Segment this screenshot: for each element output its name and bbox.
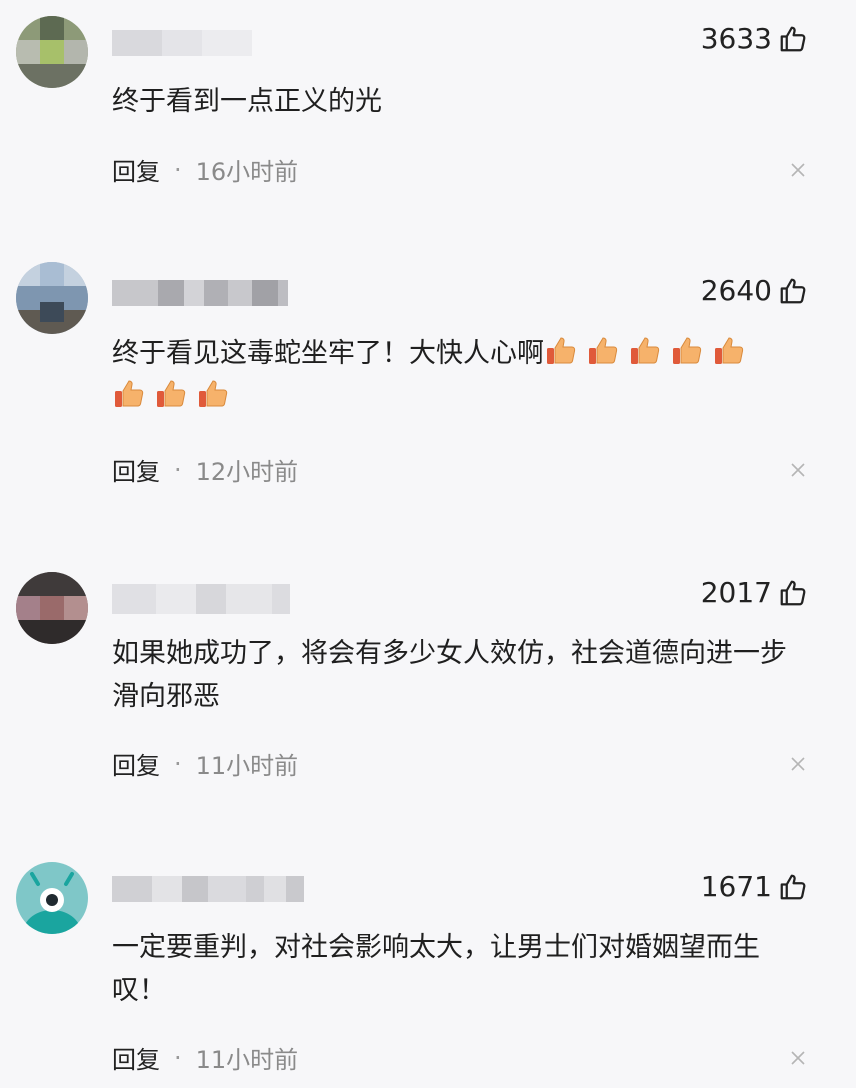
separator-dot: · [174,749,182,778]
username-blurred[interactable] [112,876,304,902]
like-count: 1671 [700,870,772,903]
comment-meta: 回复 · 11小时前 [112,746,298,781]
avatar-cartoon-icon [16,862,88,934]
separator-dot: · [174,1043,182,1072]
like-count-group[interactable]: 3633 [701,22,808,55]
thumbs-up-emoji-icon [115,380,144,407]
comment-text: 终于看见这毒蛇坐牢了！大快人心啊 [112,332,802,418]
comment-text: 一定要重判，对社会影响太大，让男士们对婚姻望而生叹！ [112,926,802,1012]
like-count-group[interactable]: 1671 [701,870,808,903]
avatar[interactable] [16,862,88,934]
thumbs-up-emoji-icon [673,337,702,364]
separator-dot: · [174,155,182,184]
like-count: 2640 [700,274,772,307]
thumbs-up-emoji-icon [157,380,186,407]
reply-button[interactable]: 回复 [112,152,160,187]
username-blurred[interactable] [112,280,288,306]
thumbs-up-emoji-icon [547,337,576,364]
close-icon[interactable] [790,1050,806,1066]
separator-dot: · [174,455,182,484]
thumbs-up-emoji-icon [199,380,228,407]
username-blurred[interactable] [112,584,290,614]
like-count-group[interactable]: 2017 [701,576,808,609]
comment-meta: 回复 · 12小时前 [112,452,298,487]
timestamp: 12小时前 [195,458,299,486]
reply-button[interactable]: 回复 [112,746,160,781]
like-count-group[interactable]: 2640 [701,274,808,307]
comment-text: 如果她成功了，将会有多少女人效仿，社会道德向进一步滑向邪恶 [112,632,802,718]
comment-text-body: 一定要重判，对社会影响太大，让男士们对婚姻望而生叹！ [112,932,760,1006]
thumbs-up-emoji-icon [715,337,744,364]
thumbs-up-emoji-icon [589,337,618,364]
thumbs-up-outline-icon[interactable] [778,24,808,54]
avatar[interactable] [16,16,88,88]
thumbs-up-emoji-icon [631,337,660,364]
avatar[interactable] [16,262,88,334]
like-count: 3633 [700,22,772,55]
avatar[interactable] [16,572,88,644]
reply-button[interactable]: 回复 [112,452,160,487]
timestamp: 11小时前 [195,1046,299,1074]
close-icon[interactable] [790,756,806,772]
thumbs-up-outline-icon[interactable] [778,872,808,902]
username-blurred[interactable] [112,30,252,56]
comment-text-body: 终于看到一点正义的光 [112,86,382,117]
comment-meta: 回复 · 11小时前 [112,1040,298,1075]
reply-button[interactable]: 回复 [112,1040,160,1075]
timestamp: 16小时前 [195,158,299,186]
comment-meta: 回复 · 16小时前 [112,152,298,187]
comment-text: 终于看到一点正义的光 [112,80,802,123]
close-icon[interactable] [790,462,806,478]
timestamp: 11小时前 [195,752,299,780]
comment-text-body: 终于看见这毒蛇坐牢了！大快人心啊 [112,338,544,369]
close-icon[interactable] [790,162,806,178]
thumbs-up-outline-icon[interactable] [778,578,808,608]
comment-text-body: 如果她成功了，将会有多少女人效仿，社会道德向进一步滑向邪恶 [112,638,787,712]
thumbs-up-outline-icon[interactable] [778,276,808,306]
like-count: 2017 [700,576,772,609]
